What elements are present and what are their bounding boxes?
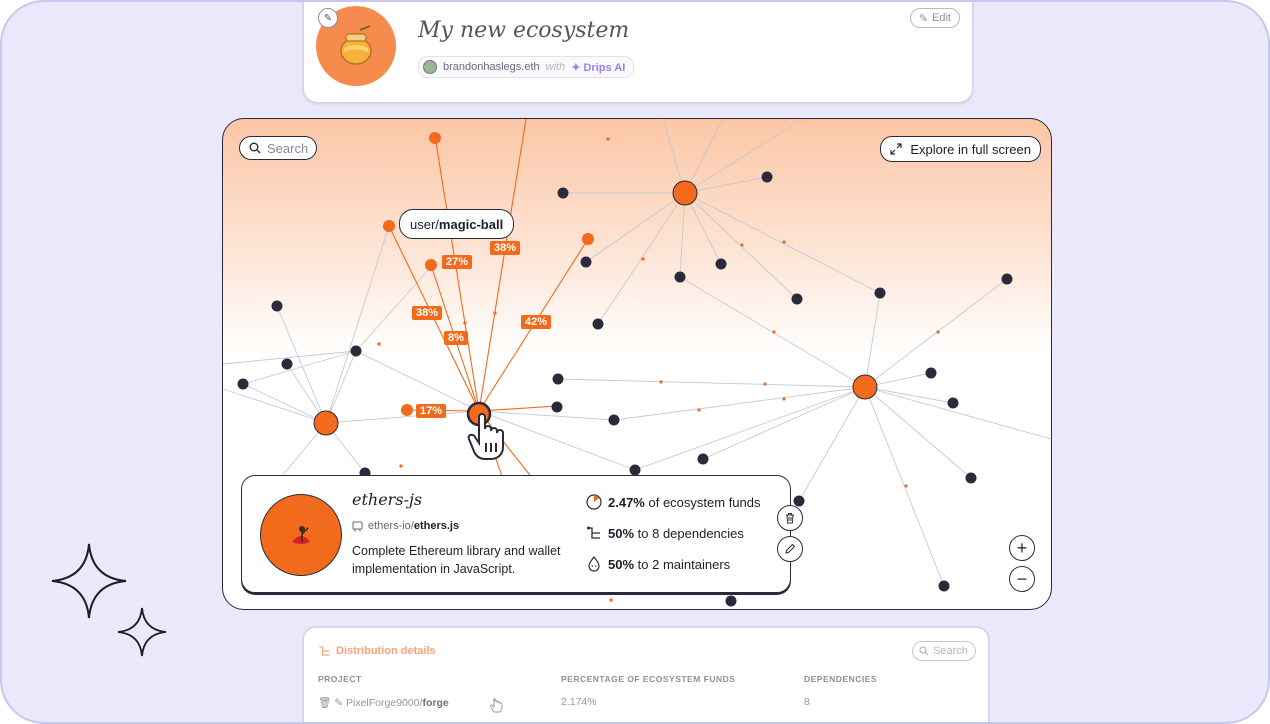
project-repo-link[interactable]: ethers-io/ethers.js xyxy=(352,520,459,532)
distribution-search-placeholder: Search xyxy=(933,645,968,657)
stat-dependencies: 50% to 8 dependencies xyxy=(586,525,744,541)
row-owner: PixelForge9000/ xyxy=(346,697,423,709)
edit-button[interactable]: ✎ Edit xyxy=(909,8,960,28)
repo-name: ethers.js xyxy=(413,520,460,532)
project-description: Complete Ethereum library and wallet imp… xyxy=(352,544,561,576)
table-row-dependencies: 8 xyxy=(804,696,810,708)
search-icon xyxy=(919,646,929,656)
hand-cursor-icon xyxy=(490,698,503,713)
table-row-project[interactable]: 🗑 ✎ PixelForge9000/forge xyxy=(318,696,449,709)
search-icon xyxy=(249,142,261,154)
table-row-percentage: 2.174% xyxy=(561,696,597,708)
explore-label: Explore in full screen xyxy=(910,141,1031,157)
drips-ai-label: ✦ Drips AI xyxy=(571,61,626,74)
tooltip-owner: user/ xyxy=(410,216,439,232)
distribution-title-text: Distribution details xyxy=(336,645,436,657)
pie-icon xyxy=(586,494,602,510)
tooltip-name: magic-ball xyxy=(438,216,504,232)
pen-icon: ✎ xyxy=(918,12,929,25)
app-frame: ✎ My new ecosystem brandonhaslegs.eth wi… xyxy=(0,0,1270,724)
edge-percentage-label: 27% xyxy=(442,255,473,269)
graph-search-input[interactable]: Search xyxy=(239,136,317,160)
zoom-out-button[interactable]: − xyxy=(1009,566,1035,592)
orange-leaf-nodes[interactable] xyxy=(383,132,594,416)
dependencies-icon xyxy=(319,646,329,656)
repo-owner: ethers-io/ xyxy=(368,520,414,532)
with-label: with xyxy=(545,61,566,73)
distribution-title: Distribution details xyxy=(318,645,436,657)
owner-name: brandonhaslegs.eth xyxy=(443,61,540,73)
dependencies-icon xyxy=(587,526,600,539)
edge-percentage-label: 38% xyxy=(490,241,521,255)
edge-percentage-label: 38% xyxy=(412,306,443,320)
repo-icon xyxy=(352,521,363,531)
maintainers-icon xyxy=(588,556,600,572)
project-avatar xyxy=(260,494,342,576)
sparkle-icon xyxy=(117,607,167,657)
expand-icon xyxy=(890,143,902,155)
pen-icon[interactable]: ✎ xyxy=(334,697,343,709)
trash-icon[interactable]: 🗑 xyxy=(318,697,331,709)
edge-percentage-label: 8% xyxy=(444,331,468,345)
stat-value: 2.47% xyxy=(608,494,645,510)
stat-value: 50% xyxy=(608,556,635,572)
edit-button-label: Edit xyxy=(932,12,951,24)
project-name: ethers-js xyxy=(352,490,423,509)
explore-fullscreen-button[interactable]: Explore in full screen xyxy=(880,136,1041,162)
pen-icon xyxy=(785,543,796,554)
stat-text: to 2 maintainers xyxy=(637,556,731,572)
node-tooltip: user/magic-ball xyxy=(399,209,515,239)
stat-value: 50% xyxy=(608,525,635,541)
stat-maintainers: 50% to 2 maintainers xyxy=(586,556,730,572)
ecosystem-graph[interactable]: Search Explore in full screen user/magic… xyxy=(222,118,1052,610)
distribution-details-card: Distribution details Search PROJECT PERC… xyxy=(302,626,990,722)
edge-percentage-label: 42% xyxy=(521,315,552,329)
zoom-in-button[interactable]: + xyxy=(1009,535,1035,561)
edge-percentage-label: 17% xyxy=(416,404,447,418)
edit-avatar-icon[interactable]: ✎ xyxy=(318,8,338,28)
ecosystem-owner-badge[interactable]: brandonhaslegs.eth with ✦ Drips AI xyxy=(418,56,635,78)
project-popover: ethers-js ethers-io/ethers.js Complete E… xyxy=(241,475,791,593)
stat-ecosystem-funds: 2.47% of ecosystem funds xyxy=(586,494,761,510)
dancer-emoji-icon xyxy=(292,526,310,544)
column-header-project: PROJECT xyxy=(318,674,362,684)
search-placeholder: Search xyxy=(267,140,309,156)
row-name: forge xyxy=(422,697,449,709)
stat-text: of ecosystem funds xyxy=(648,494,761,510)
trash-icon xyxy=(786,513,794,524)
column-header-dependencies: DEPENDENCIES xyxy=(804,674,878,684)
honey-pot-icon xyxy=(340,25,372,65)
ecosystem-title: My new ecosystem xyxy=(418,18,630,43)
owner-avatar xyxy=(423,60,437,74)
delete-button[interactable] xyxy=(777,505,803,531)
distribution-search-input[interactable]: Search xyxy=(912,641,976,661)
column-header-percentage: PERCENTAGE OF ECOSYSTEM FUNDS xyxy=(561,674,736,684)
stat-text: to 8 dependencies xyxy=(637,525,744,541)
edit-project-button[interactable] xyxy=(777,536,803,562)
selected-edges xyxy=(388,119,589,480)
ecosystem-header-card: ✎ My new ecosystem brandonhaslegs.eth wi… xyxy=(302,2,974,104)
